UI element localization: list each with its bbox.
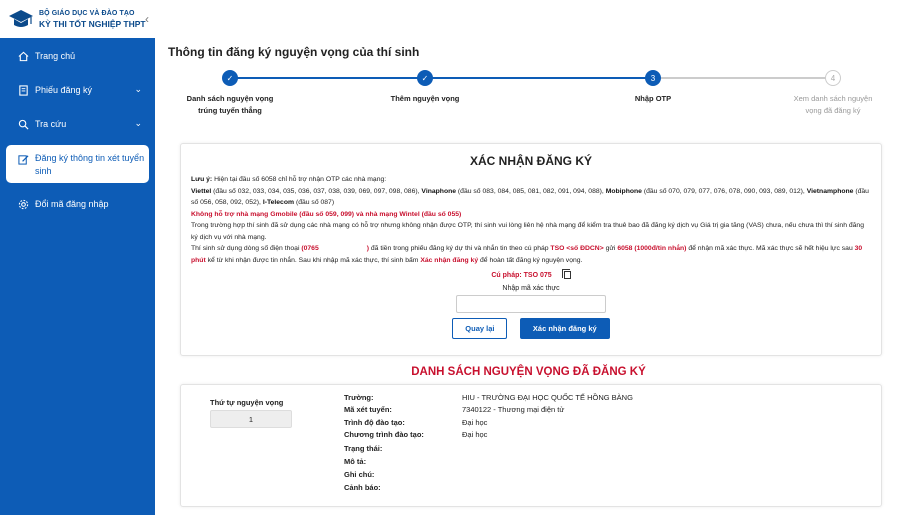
step-1-label: Danh sách nguyện vọng trúng tuyển thẳng — [186, 94, 274, 115]
registered-wish-card: Thứ tự nguyện vọng 1 Trường: HIU - TRƯỜN… — [180, 384, 882, 507]
step-4-label: Xem danh sách nguyện vọng đã đăng ký — [793, 94, 873, 115]
otp-input[interactable] — [456, 295, 606, 313]
otp-confirmation-card: XÁC NHẬN ĐĂNG KÝ Lưu ý: Hiện tại đầu số … — [180, 143, 882, 356]
phone-mid-text: đã tiền trong phiếu đăng ký dự thi và nh… — [370, 245, 549, 252]
home-icon — [17, 50, 29, 62]
stepper-connector — [230, 77, 425, 79]
confirm-word: Xác nhận đăng ký — [420, 256, 479, 264]
sidebar-item-admission-registration[interactable]: Đăng ký thông tin xét tuyển sinh — [6, 145, 149, 183]
final-text: để hoàn tất đăng ký nguyện vọng. — [480, 256, 583, 264]
send-to-text: gửi — [605, 245, 616, 252]
shortcode: 6058 (1000đ/tin nhắn) — [617, 245, 687, 252]
step-3-indicator: 3 — [645, 70, 661, 86]
note-text: Hiện tại đầu số 6058 chỉ hỗ trợ nhận OTP… — [214, 176, 387, 183]
field-label: Mô tả: — [344, 457, 367, 466]
sidebar-item-label: Phiếu đăng ký — [35, 85, 93, 95]
sidebar-item-label: Trang chủ — [35, 51, 76, 61]
stepper-connector — [425, 77, 653, 79]
carrier-mobiphone-prefixes: (đầu số 070, 079, 077, 076, 078, 090, 09… — [643, 187, 805, 195]
field-value: Đại học — [462, 418, 488, 427]
syntax-row: Cú pháp: TSO 075 — [191, 269, 871, 279]
after-expiry-text: kể từ khi nhận được tin nhắn. Sau khi nh… — [207, 256, 419, 264]
step-4-indicator: 4 — [825, 70, 841, 86]
syntax-value: TSO 075 — [523, 271, 552, 279]
stepper: ✓ ✓ 3 4 Danh sách nguyện vọng trúng tuyể… — [155, 68, 902, 138]
graduation-cap-icon — [9, 10, 33, 27]
confirm-registration-button[interactable]: Xác nhận đăng ký — [519, 318, 610, 339]
sidebar-item-lookup[interactable]: Tra cứu ⌄ — [0, 107, 155, 141]
order-label: Thứ tự nguyện vọng — [210, 398, 284, 407]
carrier-viettel-prefixes: (đầu số 032, 033, 034, 035, 036, 037, 03… — [213, 187, 420, 195]
field-value: 7340122 - Thương mại điện tử — [462, 405, 565, 414]
copy-icon[interactable] — [561, 269, 571, 279]
field-value: HIU - TRƯỜNG ĐẠI HỌC QUỐC TẾ HỒNG BÀNG — [462, 393, 633, 402]
field-label: Ghi chú: — [344, 470, 375, 479]
otp-instructions: Lưu ý: Hiện tại đầu số 6058 chỉ hỗ trợ n… — [191, 174, 871, 266]
field-label: Chương trình đào tạo: — [344, 430, 424, 439]
unsupported-carriers-warning: Không hỗ trợ nhà mạng Gmobile (đầu số 05… — [191, 210, 462, 218]
sidebar-item-change-login-code[interactable]: Đổi mã đăng nhập — [0, 187, 155, 221]
phone-close: ) — [366, 245, 370, 252]
syntax-label: Cú pháp: — [491, 271, 522, 279]
brand-exam: KỲ THI TỐT NGHIỆP THPT — [39, 18, 146, 29]
carrier-vietnamphone: Vietnamphone — [806, 187, 854, 195]
otp-actions: Quay lại Xác nhận đăng ký — [191, 318, 871, 339]
sidebar: Trang chủ Phiếu đăng ký ⌄ Tra cứu ⌄ Đăng… — [0, 38, 155, 515]
chevron-down-icon: ⌄ — [134, 118, 142, 128]
search-icon — [17, 118, 29, 130]
field-label: Cảnh báo: — [344, 483, 381, 492]
back-button[interactable]: Quay lại — [452, 318, 508, 339]
gear-icon — [17, 198, 29, 210]
vas-note: Trong trường hợp thí sinh đã sử dụng các… — [191, 222, 864, 241]
step-2-label: Thêm nguyện vọng — [390, 94, 460, 103]
collapse-sidebar-icon[interactable]: ‹ — [145, 12, 149, 26]
main-content: Thông tin đăng ký nguyện vọng của thí si… — [155, 0, 902, 515]
brand-ministry: BỘ GIÁO DỤC VÀ ĐÀO TẠO — [39, 9, 135, 17]
carrier-mobiphone: Mobiphone — [605, 187, 642, 195]
field-label: Trình độ đào tạo: — [344, 418, 405, 427]
field-label: Trạng thái: — [344, 444, 383, 453]
page-title: Thông tin đăng ký nguyện vọng của thí si… — [168, 45, 420, 59]
after-send-text: để nhận mã xác thực. Mã xác thực sẽ hết … — [688, 245, 853, 252]
order-value: 1 — [210, 410, 292, 428]
carrier-itelecom: I-Telecom — [262, 199, 295, 206]
phone-number: (0765 — [301, 245, 319, 252]
step-1-check-icon: ✓ — [222, 70, 238, 86]
stepper-connector — [653, 77, 833, 79]
field-value: Đại học — [462, 430, 488, 439]
carrier-itelecom-prefixes: (đầu số 087) — [295, 199, 335, 206]
otp-input-label: Nhập mã xác thực — [502, 285, 560, 292]
chevron-down-icon: ⌄ — [134, 84, 142, 94]
otp-title: XÁC NHẬN ĐĂNG KÝ — [469, 154, 592, 168]
document-icon — [17, 84, 29, 96]
edit-icon — [17, 153, 29, 165]
carrier-vinaphone: Vinaphone — [421, 187, 457, 195]
phone-intro: Thí sinh sử dụng dòng số điện thoại — [191, 245, 300, 252]
sidebar-item-home[interactable]: Trang chủ — [0, 39, 155, 73]
field-label: Mã xét tuyển: — [344, 405, 392, 414]
carrier-vinaphone-prefixes: (đầu số 083, 084, 085, 081, 082, 091, 09… — [457, 187, 604, 195]
note-label: Lưu ý: — [191, 176, 213, 183]
sidebar-item-label: Tra cứu — [35, 119, 67, 129]
registered-list-title: DANH SÁCH NGUYỆN VỌNG ĐÃ ĐĂNG KÝ — [411, 366, 646, 378]
sms-syntax: TSO <số ĐDCN> — [550, 245, 604, 252]
brand-header: BỘ GIÁO DỤC VÀ ĐÀO TẠO KỲ THI TỐT NGHIỆP… — [0, 0, 155, 38]
sidebar-item-registration-form[interactable]: Phiếu đăng ký ⌄ — [0, 73, 155, 107]
step-3-label: Nhập OTP — [634, 94, 672, 103]
sidebar-item-label: Đổi mã đăng nhập — [35, 199, 109, 209]
carrier-viettel: Viettel — [191, 187, 212, 195]
sidebar-item-label: Đăng ký thông tin xét tuyển sinh — [35, 153, 145, 176]
field-label: Trường: — [344, 393, 374, 402]
step-2-check-icon: ✓ — [417, 70, 433, 86]
